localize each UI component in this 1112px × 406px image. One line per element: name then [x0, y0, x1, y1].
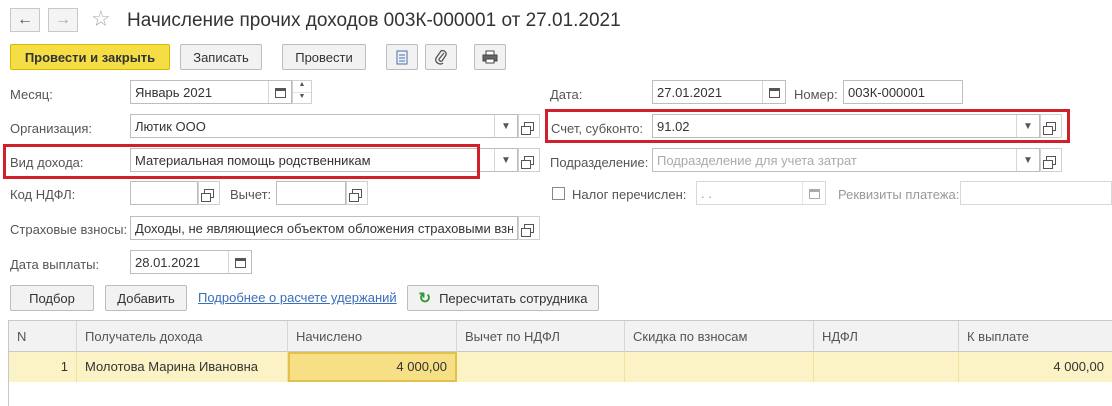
column-header-to-pay[interactable]: К выплате [959, 321, 1112, 352]
details-link[interactable]: Подробнее о расчете удержаний [198, 290, 397, 305]
calendar-icon[interactable] [228, 251, 251, 273]
open-icon [1043, 155, 1056, 169]
insurance-field[interactable]: Доходы, не являющиеся объектом обложения… [130, 216, 518, 240]
deduction-label: Вычет: [230, 187, 272, 202]
post-button[interactable]: Провести [282, 44, 366, 70]
cell-accrued[interactable]: 4 000,00 [288, 352, 457, 382]
open-icon [521, 223, 534, 237]
number-label: Номер: [794, 87, 838, 102]
open-icon [349, 188, 362, 202]
number-field[interactable]: 003К-000001 [843, 80, 963, 104]
income-type-open-button[interactable] [518, 148, 540, 172]
column-header-recipient[interactable]: Получатель дохода [77, 321, 288, 352]
payment-details-label: Реквизиты платежа: [838, 187, 960, 202]
cell-discount[interactable] [625, 352, 814, 382]
chevron-down-icon[interactable]: ▼ [494, 115, 517, 137]
insurance-open-button[interactable] [518, 216, 540, 240]
add-button[interactable]: Добавить [105, 285, 187, 311]
date-label: Дата: [550, 87, 583, 102]
paperclip-icon [435, 49, 447, 65]
cell-recipient[interactable]: Молотова Марина Ивановна [77, 352, 288, 382]
insurance-label: Страховые взносы: [10, 222, 128, 237]
chevron-down-icon[interactable]: ▼ [293, 93, 311, 104]
tax-transferred-label: Налог перечислен: [572, 187, 687, 202]
back-button[interactable]: ← [10, 8, 40, 32]
organization-field[interactable]: Лютик ООО ▼ [130, 114, 518, 138]
refresh-icon: ↻ [418, 290, 432, 307]
deduction-field[interactable] [276, 181, 346, 205]
post-and-close-button[interactable]: Провести и закрыть [10, 44, 170, 70]
highlight-box [3, 144, 480, 179]
month-field[interactable]: Январь 2021 [130, 80, 292, 104]
document-button[interactable] [386, 44, 418, 70]
column-header-ndfl[interactable]: НДФЛ [814, 321, 959, 352]
column-header-accrued[interactable]: Начислено [288, 321, 457, 352]
cell-n[interactable]: 1 [9, 352, 77, 382]
deduction-open-button[interactable] [346, 181, 368, 205]
organization-open-button[interactable] [518, 114, 540, 138]
column-header-ndfl-deduction[interactable]: Вычет по НДФЛ [457, 321, 625, 352]
document-icon [396, 50, 408, 64]
organization-label: Организация: [10, 121, 93, 136]
printer-icon [482, 50, 498, 64]
attach-button[interactable] [425, 44, 457, 70]
forward-button[interactable]: → [48, 8, 78, 32]
open-icon [201, 188, 214, 202]
arrow-right-icon: → [55, 11, 71, 28]
calendar-icon[interactable] [802, 182, 825, 204]
ndfl-code-open-button[interactable] [198, 181, 220, 205]
highlight-box [545, 109, 1070, 143]
calendar-icon[interactable] [268, 81, 291, 103]
page-title: Начисление прочих доходов 003К-000001 от… [127, 10, 621, 31]
cell-ndfl[interactable] [814, 352, 959, 382]
department-field[interactable]: Подразделение для учета затрат ▼ [652, 148, 1040, 172]
payment-date-field[interactable]: 28.01.2021 [130, 250, 252, 274]
save-button[interactable]: Записать [180, 44, 262, 70]
month-label: Месяц: [10, 87, 53, 102]
open-icon [521, 121, 534, 135]
open-icon [521, 155, 534, 169]
table-row[interactable]: 1 Молотова Марина Ивановна 4 000,00 4 00… [9, 352, 1112, 382]
date-field[interactable]: 27.01.2021 [652, 80, 786, 104]
column-header-n[interactable]: N [9, 321, 77, 352]
payment-date-label: Дата выплаты: [10, 257, 100, 272]
cell-ndfl-deduction[interactable] [457, 352, 625, 382]
chevron-down-icon[interactable]: ▼ [1016, 149, 1039, 171]
ndfl-code-label: Код НДФЛ: [10, 187, 76, 202]
star-icon[interactable]: ☆ [91, 6, 111, 32]
arrow-left-icon: ← [17, 11, 33, 28]
select-button[interactable]: Подбор [10, 285, 94, 311]
cell-to-pay[interactable]: 4 000,00 [959, 352, 1112, 382]
income-table[interactable]: N Получатель дохода Начислено Вычет по Н… [8, 320, 1112, 406]
column-header-discount[interactable]: Скидка по взносам [625, 321, 814, 352]
department-open-button[interactable] [1040, 148, 1062, 172]
calendar-icon[interactable] [762, 81, 785, 103]
ndfl-code-field[interactable] [130, 181, 198, 205]
print-button[interactable] [474, 44, 506, 70]
recalc-button[interactable]: ↻ Пересчитать сотрудника [407, 285, 599, 311]
chevron-down-icon[interactable]: ▼ [494, 149, 517, 171]
tax-transferred-checkbox[interactable] [552, 187, 565, 200]
payment-details-field[interactable] [960, 181, 1112, 205]
department-label: Подразделение: [550, 155, 649, 170]
month-stepper[interactable]: ▲ ▼ [292, 80, 312, 104]
chevron-up-icon[interactable]: ▲ [293, 81, 311, 93]
tax-transferred-date-field[interactable]: . . [696, 181, 826, 205]
